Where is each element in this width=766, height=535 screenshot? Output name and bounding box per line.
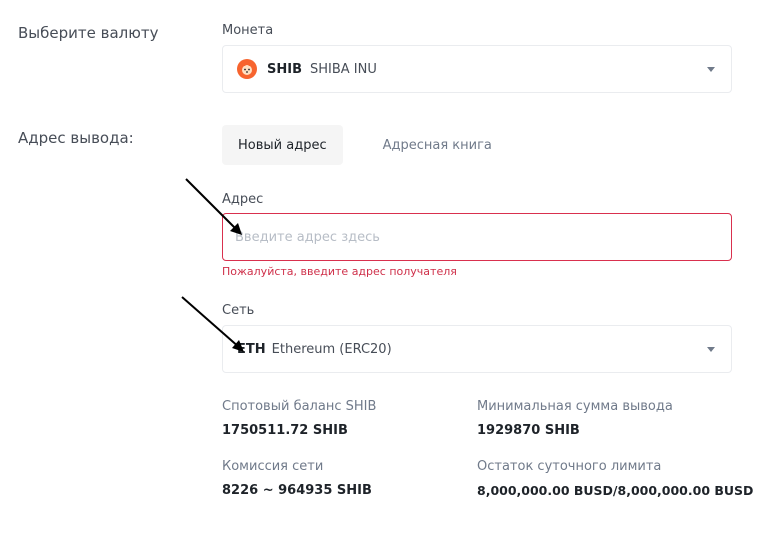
network-select[interactable]: ETH Ethereum (ERC20) <box>222 325 732 373</box>
tab-new-address[interactable]: Новый адрес <box>222 125 343 165</box>
min-withdraw-label: Минимальная сумма вывода <box>477 399 673 414</box>
address-input[interactable] <box>222 213 732 261</box>
select-currency-label: Выберите валюту <box>18 24 159 42</box>
network-ticker: ETH <box>237 341 266 357</box>
coin-name: SHIBA INU <box>310 61 377 77</box>
spot-balance-value: 1750511.72 SHIB <box>222 423 348 438</box>
withdraw-address-label: Адрес вывода: <box>18 129 134 147</box>
coin-ticker: SHIB <box>267 61 302 77</box>
tab-address-book[interactable]: Адресная книга <box>367 125 508 165</box>
shiba-inu-coin-icon <box>237 59 257 79</box>
network-fee-label: Комиссия сети <box>222 459 324 474</box>
address-error-message: Пожалуйста, введите адрес получателя <box>222 265 457 278</box>
network-fee-value: 8226 ~ 964935 SHIB <box>222 483 372 498</box>
chevron-down-icon <box>707 347 715 352</box>
daily-limit-value: 8,000,000.00 BUSD/8,000,000.00 BUSD <box>477 483 754 498</box>
daily-limit-label: Остаток суточного лимита <box>477 459 662 474</box>
min-withdraw-value: 1929870 SHIB <box>477 423 580 438</box>
address-tabs: Новый адрес Адресная книга <box>222 125 508 165</box>
coin-field-label: Монета <box>222 23 274 38</box>
spot-balance-label: Спотовый баланс SHIB <box>222 399 377 414</box>
coin-select[interactable]: SHIB SHIBA INU <box>222 45 732 93</box>
network-name: Ethereum (ERC20) <box>271 341 392 357</box>
chevron-down-icon <box>707 67 715 72</box>
address-field-label: Адрес <box>222 192 264 207</box>
network-field-label: Сеть <box>222 303 255 318</box>
